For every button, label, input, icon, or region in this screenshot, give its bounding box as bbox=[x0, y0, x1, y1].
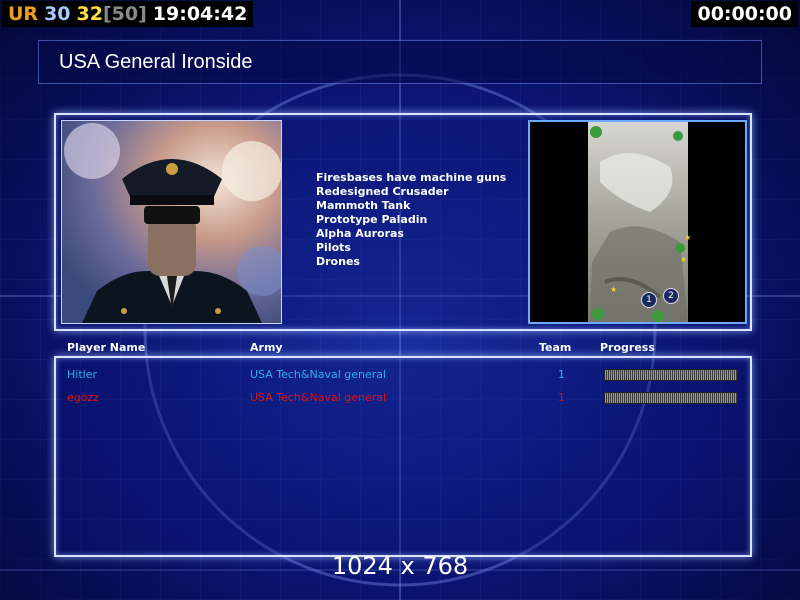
stats-hud: UR 30 32 [50] 19:04:42 bbox=[2, 1, 254, 27]
col-header-team: Team bbox=[539, 341, 572, 354]
feature-item: Prototype Paladin bbox=[316, 213, 428, 226]
col-header-army: Army bbox=[250, 341, 283, 354]
player-name: egozz bbox=[67, 391, 100, 404]
start-marker-2[interactable]: 2 bbox=[663, 288, 679, 304]
feature-item: Firesbases have machine guns bbox=[316, 171, 507, 184]
feature-item: Mammoth Tank bbox=[316, 199, 411, 212]
hud-tag: UR bbox=[8, 3, 39, 25]
players-panel: Hitler USA Tech&Naval general 1 egozz US… bbox=[54, 356, 752, 557]
player-progress-bar bbox=[604, 369, 738, 381]
col-header-progress: Progress bbox=[600, 341, 655, 354]
feature-item: Redesigned Crusader bbox=[316, 185, 449, 198]
minimap[interactable]: ★ ★ ★ 1 2 bbox=[528, 120, 747, 324]
start-marker-1[interactable]: 1 bbox=[641, 292, 657, 308]
general-title: USA General Ironside bbox=[59, 51, 253, 73]
general-info-panel: Firesbases have machine guns Redesigned … bbox=[54, 113, 752, 331]
player-team: 1 bbox=[558, 368, 565, 381]
svg-text:★: ★ bbox=[680, 255, 687, 264]
feature-list: Firesbases have machine guns Redesigned … bbox=[316, 171, 506, 269]
game-timer-value: 00:00:00 bbox=[697, 3, 792, 25]
feature-item: Drones bbox=[316, 255, 360, 268]
player-row: egozz USA Tech&Naval general 1 bbox=[56, 389, 750, 407]
hud-value-b: 32 bbox=[76, 3, 103, 25]
hud-clock: 19:04:42 bbox=[152, 3, 248, 25]
player-row: Hitler USA Tech&Naval general 1 bbox=[56, 366, 750, 384]
general-portrait bbox=[61, 120, 282, 324]
svg-text:★: ★ bbox=[684, 233, 691, 242]
svg-text:★: ★ bbox=[610, 285, 617, 294]
player-army: USA Tech&Naval general bbox=[250, 368, 387, 381]
game-timer: 00:00:00 bbox=[691, 1, 798, 27]
player-team: 1 bbox=[558, 391, 565, 404]
player-army: USA Tech&Naval general bbox=[250, 391, 387, 404]
resolution-label: 1024 x 768 bbox=[331, 552, 469, 580]
feature-item: Alpha Auroras bbox=[316, 227, 404, 240]
title-panel: USA General Ironside bbox=[38, 40, 762, 84]
hud-value-a: 30 bbox=[44, 3, 71, 25]
player-name: Hitler bbox=[67, 368, 97, 381]
col-header-player: Player Name bbox=[67, 341, 146, 354]
player-progress-bar bbox=[604, 392, 738, 404]
feature-item: Pilots bbox=[316, 241, 351, 254]
hud-value-c: [50] bbox=[102, 3, 147, 25]
